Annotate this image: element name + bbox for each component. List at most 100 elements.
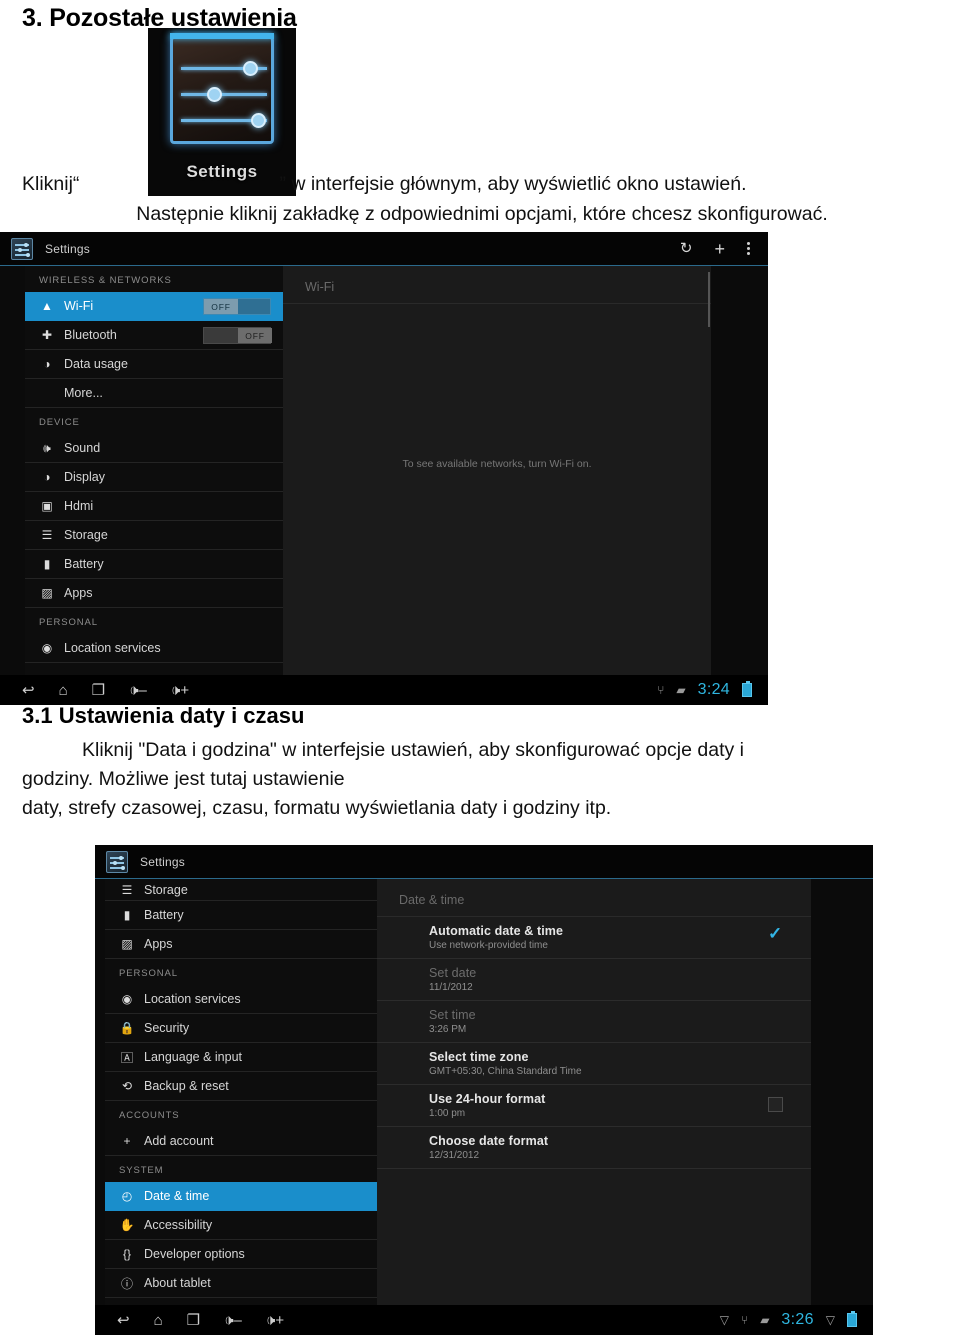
accessibility-hand-icon: ✋ xyxy=(119,1218,135,1232)
storage-icon: ☰ xyxy=(121,882,133,897)
home-icon[interactable]: ⌂ xyxy=(154,1313,163,1328)
sound-icon: 🕪 xyxy=(43,440,51,455)
sidebar-item-add-account[interactable]: + Add account xyxy=(105,1127,377,1156)
screenshot1-settings-list[interactable]: WIRELESS & NETWORKS ▲ Wi-Fi OFF ✚ Blueto… xyxy=(25,266,283,675)
sidebar-item-hdmi[interactable]: ▣ Hdmi xyxy=(25,492,283,521)
date-time-paragraph-line2: godziny. Możliwe jest tutaj ustawienie xyxy=(22,768,345,790)
wifi-icon: ▽ xyxy=(719,1313,729,1327)
row-title: Set date xyxy=(429,966,477,980)
sidebar-item-battery[interactable]: ▮ Battery xyxy=(25,550,283,579)
location-icon: ◉ xyxy=(121,992,133,1006)
row-subtitle: 11/1/2012 xyxy=(429,982,473,993)
display-icon: ◑ xyxy=(43,470,51,484)
volume-up-icon[interactable]: 🕩+ xyxy=(266,1313,284,1328)
detail-row-set-time[interactable]: Set time 3:26 PM xyxy=(377,1001,811,1043)
clock-icon: ◴ xyxy=(121,1189,133,1203)
recents-icon[interactable]: ❐ xyxy=(92,683,105,698)
sdcard-icon: ▰ xyxy=(760,1313,770,1327)
use-24-hour-format-checkbox[interactable] xyxy=(768,1097,783,1112)
sidebar-item-apps[interactable]: ▨ Apps xyxy=(25,579,283,608)
sidebar-item-storage[interactable]: ☰ Storage xyxy=(105,879,377,901)
section-header-system: SYSTEM xyxy=(119,1165,164,1176)
wifi-icon: ▲ xyxy=(41,299,53,313)
detail-row-use-24-hour-format[interactable]: Use 24-hour format 1:00 pm xyxy=(377,1085,811,1127)
screenshot2-settings-list[interactable]: ☰ Storage ▮ Battery ▨ Apps PERSONAL ◉ Lo… xyxy=(105,879,377,1305)
automatic-date-time-checkbox[interactable] xyxy=(768,924,783,944)
volume-down-icon[interactable]: 🕩– xyxy=(224,1313,242,1328)
sidebar-item-label: More... xyxy=(64,386,103,400)
recents-icon[interactable]: ❐ xyxy=(187,1313,200,1328)
sidebar-item-wifi[interactable]: ▲ Wi-Fi OFF xyxy=(25,292,283,321)
sidebar-item-apps[interactable]: ▨ Apps xyxy=(105,930,377,959)
android-settings-screenshot-wifi: Settings ↻ + WIRELESS & NETWORKS ▲ Wi-Fi… xyxy=(0,232,768,705)
back-icon[interactable]: ↩ xyxy=(117,1313,130,1328)
sidebar-item-security[interactable]: 🔒 Security xyxy=(105,1014,377,1043)
settings-icon xyxy=(106,850,128,873)
battery-icon: ▮ xyxy=(43,557,51,571)
overflow-menu-icon[interactable] xyxy=(747,242,750,255)
section-header-personal: PERSONAL xyxy=(119,968,178,979)
row-subtitle: Use network-provided time xyxy=(429,940,548,951)
plus-icon: + xyxy=(123,1134,131,1148)
sidebar-item-battery[interactable]: ▮ Battery xyxy=(105,901,377,930)
sidebar-item-display[interactable]: ◑ Display xyxy=(25,463,283,492)
sidebar-item-location-services[interactable]: ◉ Location services xyxy=(105,985,377,1014)
screenshot1-app-title: Settings xyxy=(45,241,90,256)
wifi-toggle-state: OFF xyxy=(204,299,238,314)
sidebar-item-data-usage[interactable]: ◑ Data usage xyxy=(25,350,283,379)
location-icon: ◉ xyxy=(41,641,53,655)
section-header-personal: PERSONAL xyxy=(39,617,98,628)
sidebar-item-location-services[interactable]: ◉ Location services xyxy=(25,634,283,663)
row-title: Automatic date & time xyxy=(429,924,564,938)
scrollbar[interactable] xyxy=(708,272,710,327)
wifi-toggle[interactable]: OFF xyxy=(203,298,271,315)
sidebar-item-label: Hdmi xyxy=(64,499,94,513)
battery-status-icon xyxy=(847,1311,857,1327)
backup-reset-icon: ⟲ xyxy=(121,1079,133,1093)
kliknij-prefix: Kliknij“ xyxy=(22,173,80,195)
sidebar-item-more[interactable]: More... xyxy=(25,379,283,408)
row-subtitle: GMT+05:30, China Standard Time xyxy=(429,1066,582,1077)
back-icon[interactable]: ↩ xyxy=(22,683,35,698)
sidebar-item-developer-options[interactable]: {} Developer options xyxy=(105,1240,377,1269)
row-subtitle: 1:00 pm xyxy=(429,1108,466,1119)
screenshot2-navigation-bar: ↩ ⌂ ❐ 🕩– 🕩+ ▽ ⑂ ▰ 3:26 ▽ xyxy=(95,1305,873,1335)
row-title: Set time xyxy=(429,1008,476,1022)
sidebar-item-backup-reset[interactable]: ⟲ Backup & reset xyxy=(105,1072,377,1101)
detail-row-choose-date-format[interactable]: Choose date format 12/31/2012 xyxy=(377,1127,811,1169)
sidebar-item-bluetooth[interactable]: ✚ Bluetooth OFF xyxy=(25,321,283,350)
section-header-wireless: WIRELESS & NETWORKS xyxy=(39,275,172,286)
detail-row-set-date[interactable]: Set date 11/1/2012 xyxy=(377,959,811,1001)
bluetooth-icon: ✚ xyxy=(41,328,53,342)
sidebar-item-storage[interactable]: ☰ Storage xyxy=(25,521,283,550)
plus-icon[interactable]: + xyxy=(714,240,725,258)
sidebar-item-about-tablet[interactable]: ⓘ About tablet xyxy=(105,1269,377,1298)
document-page: 3. Pozostałe ustawienia Settings Kliknij… xyxy=(0,0,960,1335)
intro-paragraph-line1: Kliknij“ ” w interfejsie głównym, aby wyś… xyxy=(22,170,942,199)
detail-pane-title: Date & time xyxy=(377,879,811,917)
sidebar-item-label: Language & input xyxy=(144,1050,243,1064)
home-icon[interactable]: ⌂ xyxy=(59,683,68,698)
detail-row-automatic-date-time[interactable]: Automatic date & time Use network-provid… xyxy=(377,917,811,959)
sidebar-item-sound[interactable]: 🕪 Sound xyxy=(25,434,283,463)
screenshot1-navigation-bar: ↩ ⌂ ❐ 🕩– 🕩+ ⑂ ▰ 3:24 xyxy=(0,675,768,705)
data-usage-icon: ◑ xyxy=(43,357,51,371)
screenshot2-action-bar: Settings xyxy=(95,845,873,879)
sidebar-item-date-time[interactable]: ◴ Date & time xyxy=(105,1182,377,1211)
sidebar-item-label: Sound xyxy=(64,441,101,455)
sidebar-item-language-input[interactable]: 🄰 Language & input xyxy=(105,1043,377,1072)
bluetooth-toggle[interactable]: OFF xyxy=(203,327,272,344)
volume-up-icon[interactable]: 🕩+ xyxy=(171,683,189,698)
battery-icon: ▮ xyxy=(123,908,131,922)
sidebar-item-accessibility[interactable]: ✋ Accessibility xyxy=(105,1211,377,1240)
refresh-icon[interactable]: ↻ xyxy=(680,241,693,256)
detail-row-select-time-zone[interactable]: Select time zone GMT+05:30, China Standa… xyxy=(377,1043,811,1085)
sidebar-item-label: Wi-Fi xyxy=(64,299,94,313)
braces-icon: {} xyxy=(122,1247,131,1261)
volume-down-icon[interactable]: 🕩– xyxy=(129,683,147,698)
apps-icon: ▨ xyxy=(41,586,53,600)
sidebar-item-label: About tablet xyxy=(144,1276,211,1290)
intro-paragraph-line2: Następnie kliknij zakładkę z odpowiednim… xyxy=(136,203,828,225)
battery-status-icon xyxy=(742,681,752,697)
sidebar-item-label: Storage xyxy=(64,528,108,542)
